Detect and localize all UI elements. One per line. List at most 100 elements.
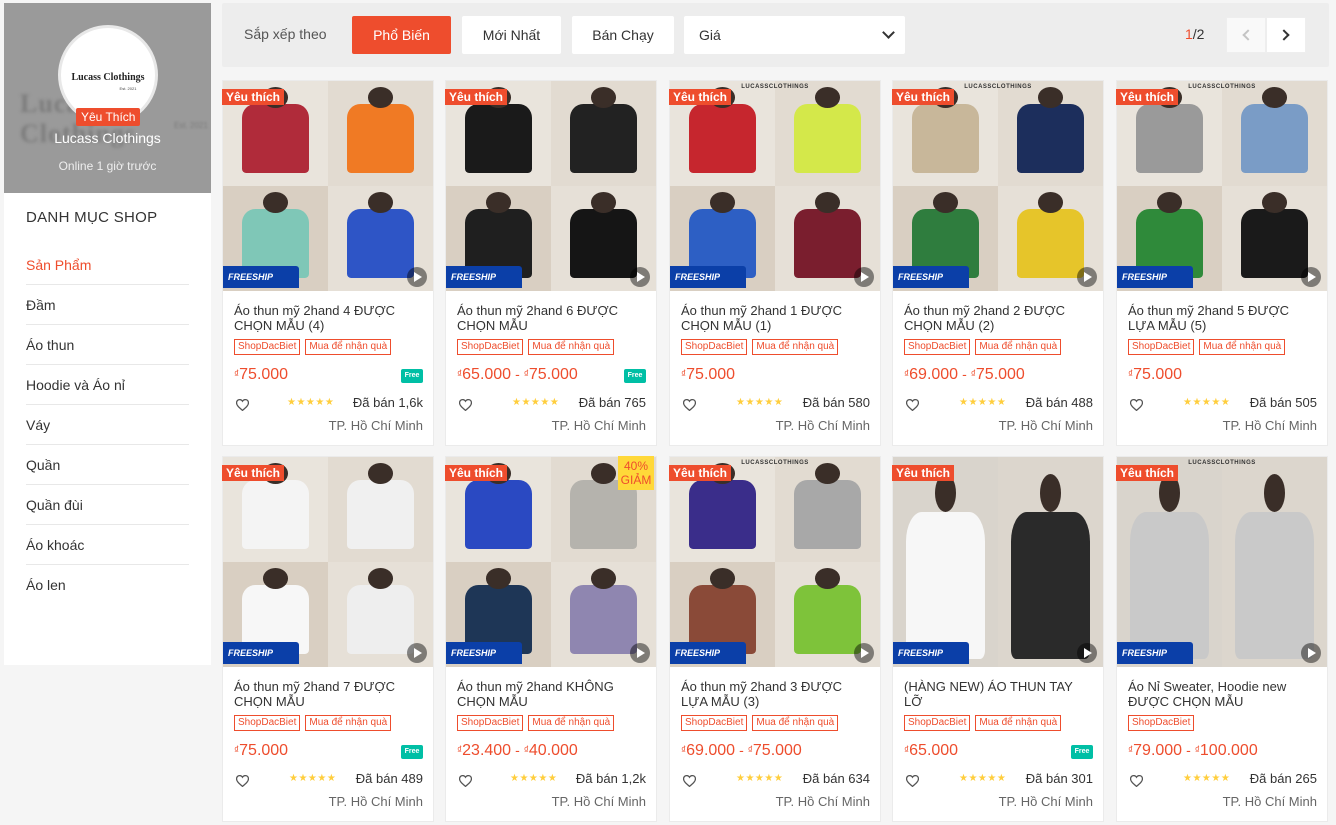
shirt-shape (1240, 209, 1309, 279)
freeship-text: FREESHIP (898, 272, 944, 282)
product-card[interactable]: FREESHIPXTRA Yêu thích Áo thun mỹ 2hand 7 … (222, 456, 434, 822)
product-title[interactable]: Áo thun mỹ 2hand 1 ĐƯỢC CHỌN MẪU (1) (681, 303, 871, 333)
product-card[interactable]: LUCASSCLOTHINGSFREESHIPXTRAYêu thích Áo N… (1116, 456, 1328, 822)
freeship-xtra-badge: FREESHIPXTRA (223, 642, 299, 664)
product-title[interactable]: Áo thun mỹ 2hand 2 ĐƯỢC CHỌN MẪU (2) (904, 303, 1094, 333)
heart-icon[interactable] (683, 399, 696, 411)
free-shipping-icon: Free (401, 369, 423, 383)
sold-count: Đã bán 505 (1249, 395, 1317, 410)
image-panel (893, 457, 998, 667)
product-image[interactable]: FREESHIPXTRA (893, 457, 1103, 667)
product-image[interactable]: LUCASSCLOTHINGSFREESHIPXTRA (670, 81, 880, 291)
product-price: ₫69.000- ₫75.000 (904, 366, 1025, 384)
product-card[interactable]: LUCASSCLOTHINGSFREESHIPXTRAYêu thích Áo t… (669, 80, 881, 446)
category-item[interactable]: Quần đùi (26, 485, 189, 525)
shirt-shape (1234, 511, 1315, 659)
play-icon[interactable] (630, 267, 650, 287)
freeship-xtra-badge: FREESHIPXTRA (1117, 266, 1193, 288)
category-item[interactable]: Váy (26, 405, 189, 445)
category-item[interactable]: Áo len (26, 565, 189, 605)
heart-icon[interactable] (1130, 775, 1143, 787)
product-title[interactable]: Áo thun mỹ 2hand 4 ĐƯỢC CHỌN MẪU (4) (234, 303, 424, 333)
product-tag: ShopDacBiet (457, 715, 524, 731)
image-panel (775, 457, 880, 562)
favorite-tag: Yêu thích (669, 465, 732, 481)
product-image[interactable]: LUCASSCLOTHINGSFREESHIPXTRA (1117, 81, 1327, 291)
product-card[interactable]: FREESHIPXTRA Yêu thích Áo thun mỹ 2hand 6 … (445, 80, 657, 446)
product-title[interactable]: Áo thun mỹ 2hand KHÔNG CHỌN MẪU (457, 679, 647, 709)
product-image[interactable]: LUCASSCLOTHINGSFREESHIPXTRA (1117, 457, 1327, 667)
chevron-down-icon (882, 26, 895, 39)
product-card[interactable]: FREESHIPXTRA Yêu thích Áo thun mỹ 2hand 4 … (222, 80, 434, 446)
play-icon[interactable] (854, 643, 874, 663)
shirt-shape (911, 104, 980, 174)
shop-name[interactable]: Lucass Clothings (4, 130, 211, 146)
product-image[interactable]: LUCASSCLOTHINGSFREESHIPXTRA (670, 457, 880, 667)
freeship-xtra-badge: FREESHIPXTRA (446, 642, 522, 664)
free-shipping-icon: Free (401, 745, 423, 759)
product-title[interactable]: Áo thun mỹ 2hand 3 ĐƯỢC LỰA MẪU (3) (681, 679, 871, 709)
heart-icon[interactable] (906, 399, 919, 411)
play-icon[interactable] (1077, 643, 1097, 663)
price-min: 65.000 (909, 742, 959, 759)
product-card[interactable]: FREESHIPXTRA Yêu thích (HÀNG NEW) ÁO THUN … (892, 456, 1104, 822)
product-price: ₫75.000 (234, 366, 288, 384)
product-card[interactable]: LUCASSCLOTHINGSFREESHIPXTRAYêu thích Áo t… (892, 80, 1104, 446)
price-min: 75.000 (239, 742, 289, 759)
category-item[interactable]: Quần (26, 445, 189, 485)
category-item[interactable]: Áo thun (26, 325, 189, 365)
product-image[interactable]: FREESHIPXTRA (223, 457, 433, 667)
shirt-shape (569, 104, 638, 174)
sort-newest-button[interactable]: Mới Nhất (462, 16, 561, 54)
play-icon[interactable] (630, 643, 650, 663)
product-location: TP. Hồ Chí Minh (328, 794, 423, 809)
product-tag: Mua để nhận quà (528, 715, 615, 731)
shirt-shape (905, 511, 986, 659)
play-icon[interactable] (1077, 267, 1097, 287)
heart-icon[interactable] (459, 399, 472, 411)
product-image[interactable]: FREESHIPXTRA (223, 81, 433, 291)
heart-icon[interactable] (683, 775, 696, 787)
category-item[interactable]: Áo khoác (26, 525, 189, 565)
prev-page-button[interactable] (1226, 17, 1266, 53)
shirt-shape (1135, 104, 1204, 174)
play-icon[interactable] (1301, 643, 1321, 663)
product-title[interactable]: Áo thun mỹ 2hand 6 ĐƯỢC CHỌN MẪU (457, 303, 647, 333)
sort-best-selling-button[interactable]: Bán Chạy (572, 16, 674, 54)
product-card[interactable]: LUCASSCLOTHINGSFREESHIPXTRAYêu thích Áo t… (1116, 80, 1328, 446)
product-title[interactable]: Áo Nỉ Sweater, Hoodie new ĐƯỢC CHỌN MẪU (1128, 679, 1318, 709)
freeship-xtra-badge: FREESHIPXTRA (1117, 642, 1193, 664)
product-location: TP. Hồ Chí Minh (775, 794, 870, 809)
heart-icon[interactable] (1130, 399, 1143, 411)
shirt-shape (793, 209, 862, 279)
sort-popular-button[interactable]: Phổ Biến (352, 16, 451, 54)
heart-icon[interactable] (906, 775, 919, 787)
heart-icon[interactable] (236, 775, 249, 787)
next-page-button[interactable] (1266, 17, 1306, 53)
category-item[interactable]: Sản Phẩm (26, 245, 189, 285)
category-item[interactable]: Đầm (26, 285, 189, 325)
sort-price-select[interactable]: Giá (684, 16, 905, 54)
product-title[interactable]: (HÀNG NEW) ÁO THUN TAY LỠ (904, 679, 1094, 709)
heart-icon[interactable] (459, 775, 472, 787)
freeship-xtra-badge: FREESHIPXTRA (446, 266, 522, 288)
play-icon[interactable] (1301, 267, 1321, 287)
sold-count: Đã bán 580 (802, 395, 870, 410)
product-title[interactable]: Áo thun mỹ 2hand 5 ĐƯỢC LỰA MẪU (5) (1128, 303, 1318, 333)
freeship-text: FREESHIP (1122, 272, 1168, 282)
play-icon[interactable] (407, 267, 427, 287)
product-card[interactable]: FREESHIPXTRA Yêu thích 40% GIẢM Áo thun mỹ … (445, 456, 657, 822)
product-image[interactable]: FREESHIPXTRA (446, 81, 656, 291)
product-tag: Mua để nhận quà (305, 715, 392, 731)
play-icon[interactable] (407, 643, 427, 663)
shirt-shape (464, 480, 533, 550)
product-title[interactable]: Áo thun mỹ 2hand 7 ĐƯỢC CHỌN MẪU (234, 679, 424, 709)
shirt-shape (241, 480, 310, 550)
product-card[interactable]: LUCASSCLOTHINGSFREESHIPXTRAYêu thích Áo t… (669, 456, 881, 822)
sold-count: Đã bán 488 (1025, 395, 1093, 410)
category-item[interactable]: Hoodie và Áo nỉ (26, 365, 189, 405)
play-icon[interactable] (854, 267, 874, 287)
product-image[interactable]: LUCASSCLOTHINGSFREESHIPXTRA (893, 81, 1103, 291)
product-tags: ShopDacBiet Mua để nhận quà (234, 715, 392, 731)
heart-icon[interactable] (236, 399, 249, 411)
